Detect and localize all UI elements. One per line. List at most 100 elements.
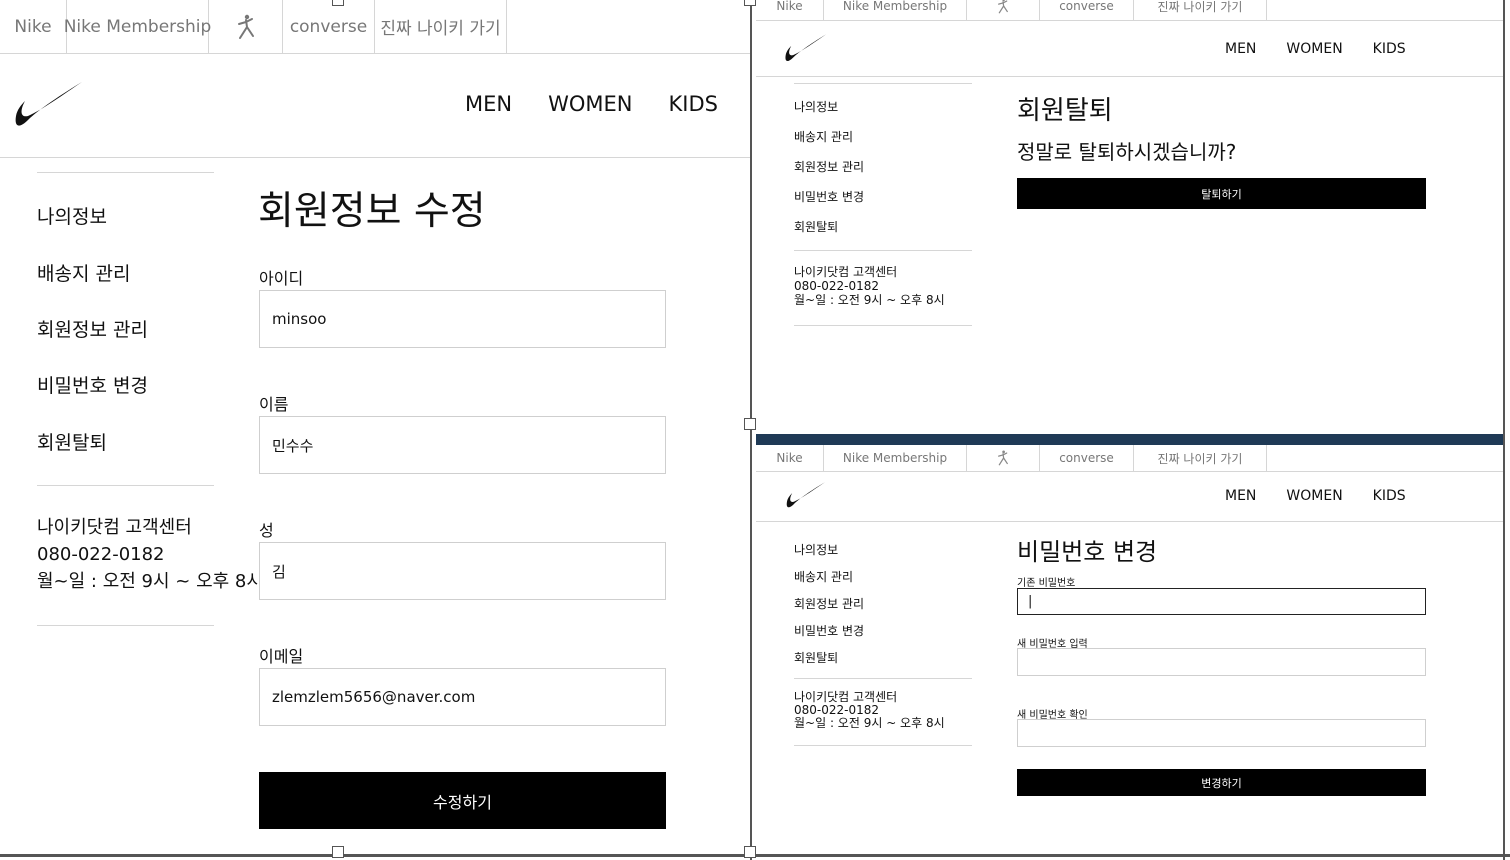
nav-women[interactable]: WOMEN <box>1286 488 1342 504</box>
editor-frame-right-border <box>1503 0 1505 860</box>
withdraw-button[interactable]: 탈퇴하기 <box>1017 178 1426 209</box>
resize-handle[interactable] <box>332 846 344 858</box>
support-hours: 월~일 : 오전 9시 ~ 오후 8시 <box>794 293 945 307</box>
topbar-link-nike[interactable]: Nike <box>0 0 67 53</box>
divider <box>794 745 972 746</box>
window-strip <box>756 434 1503 445</box>
surname-input[interactable]: 김 <box>259 542 666 600</box>
resize-handle[interactable] <box>744 418 756 430</box>
sidebar: 나의정보 배송지 관리 회원정보 관리 비밀번호 변경 회원탈퇴 나이키닷컴 고… <box>794 83 972 326</box>
jordan-icon[interactable] <box>209 0 283 53</box>
support-hours: 월~일 : 오전 9시 ~ 오후 8시 <box>794 716 945 730</box>
withdraw-question: 정말로 탈퇴하시겠습니까? <box>1017 140 1237 164</box>
top-utility-bar: Nike Nike Membership converse 진짜 나이키 가기 <box>756 445 1503 472</box>
topbar-link-converse[interactable]: converse <box>1040 0 1134 20</box>
support-info: 나이키닷컴 고객센터 080-022-0182 월~일 : 오전 9시 ~ 오후… <box>794 265 945 307</box>
divider <box>37 172 214 173</box>
page-title: 회원탈퇴 <box>1017 96 1113 126</box>
main-header: MEN WOMEN KIDS <box>0 54 750 158</box>
sidebar-item-password[interactable]: 비밀번호 변경 <box>794 622 864 639</box>
field-label-email: 이메일 <box>259 647 304 666</box>
field-label-surname: 성 <box>259 521 274 540</box>
support-phone: 080-022-0182 <box>37 544 165 565</box>
sidebar-item-shipping[interactable]: 배송지 관리 <box>37 259 130 286</box>
main-header: MEN WOMEN KIDS <box>756 21 1503 77</box>
new-password-input[interactable] <box>1017 648 1426 676</box>
main-nav: MEN WOMEN KIDS <box>465 92 718 116</box>
sidebar-item-member-info[interactable]: 회원정보 관리 <box>794 158 864 175</box>
divider <box>37 625 214 626</box>
topbar-link-membership[interactable]: Nike Membership <box>824 445 967 471</box>
nav-men[interactable]: MEN <box>1225 41 1256 57</box>
top-utility-bar: Nike Nike Membership converse 진짜 나이키 가기 <box>0 0 750 54</box>
topbar-link-converse[interactable]: converse <box>1040 445 1134 471</box>
support-hours: 월~일 : 오전 9시 ~ 오후 8시 <box>37 571 263 592</box>
resize-handle[interactable] <box>332 0 344 6</box>
page-title: 회원정보 수정 <box>258 189 486 234</box>
nav-men[interactable]: MEN <box>1225 488 1256 504</box>
sidebar-item-member-info[interactable]: 회원정보 관리 <box>37 315 148 342</box>
sidebar-item-withdraw[interactable]: 회원탈퇴 <box>794 649 838 666</box>
name-value: 민수수 <box>272 436 314 455</box>
topbar-link-nike[interactable]: Nike <box>756 0 824 20</box>
edit-profile-panel: Nike Nike Membership converse 진짜 나이키 가기 … <box>0 0 750 855</box>
email-value: zlemzlem5656@naver.com <box>272 688 476 706</box>
topbar-link-real-nike[interactable]: 진짜 나이키 가기 <box>375 0 507 53</box>
support-info: 나이키닷컴 고객센터 080-022-0182 월~일 : 오전 9시 ~ 오후… <box>794 691 945 730</box>
support-title: 나이키닷컴 고객센터 <box>794 265 898 279</box>
nike-swoosh-icon[interactable] <box>14 80 84 132</box>
sidebar-item-my-info[interactable]: 나의정보 <box>37 202 107 229</box>
divider <box>794 678 972 679</box>
main-header: MEN WOMEN KIDS <box>756 472 1503 522</box>
nav-women[interactable]: WOMEN <box>1286 41 1342 57</box>
sidebar-item-withdraw[interactable]: 회원탈퇴 <box>37 428 107 455</box>
field-label-name: 이름 <box>259 395 289 414</box>
topbar-link-real-nike[interactable]: 진짜 나이키 가기 <box>1134 445 1267 471</box>
field-label-current-password: 기존 비밀번호 <box>1017 578 1076 589</box>
nav-women[interactable]: WOMEN <box>548 92 632 116</box>
main-nav: MEN WOMEN KIDS <box>1225 488 1406 504</box>
topbar-link-membership[interactable]: Nike Membership <box>64 0 211 53</box>
sidebar-item-my-info[interactable]: 나의정보 <box>794 98 838 115</box>
jordan-icon[interactable] <box>967 0 1040 20</box>
topbar-link-nike[interactable]: Nike <box>756 445 824 471</box>
topbar-link-membership[interactable]: Nike Membership <box>824 0 967 20</box>
surname-value: 김 <box>272 562 286 581</box>
resize-handle[interactable] <box>744 846 756 858</box>
sidebar-item-password[interactable]: 비밀번호 변경 <box>794 188 864 205</box>
id-input[interactable]: minsoo <box>259 290 666 348</box>
nav-men[interactable]: MEN <box>465 92 512 116</box>
nav-kids[interactable]: KIDS <box>1373 488 1406 504</box>
topbar-link-real-nike[interactable]: 진짜 나이키 가기 <box>1134 0 1267 20</box>
field-label-id: 아이디 <box>259 269 304 288</box>
page-title: 비밀번호 변경 <box>1017 538 1158 566</box>
email-input[interactable]: zlemzlem5656@naver.com <box>259 668 666 726</box>
current-password-input[interactable]: | <box>1017 588 1426 615</box>
sidebar-item-withdraw[interactable]: 회원탈퇴 <box>794 218 838 235</box>
current-password-cursor: | <box>1028 594 1033 609</box>
divider <box>794 250 972 251</box>
support-title: 나이키닷컴 고객센터 <box>37 517 192 538</box>
sidebar-item-shipping[interactable]: 배송지 관리 <box>794 128 853 145</box>
nav-kids[interactable]: KIDS <box>669 92 718 116</box>
nav-kids[interactable]: KIDS <box>1373 41 1406 57</box>
main-nav: MEN WOMEN KIDS <box>1225 41 1406 57</box>
topbar-link-converse[interactable]: converse <box>283 0 375 53</box>
nike-swoosh-icon[interactable] <box>772 481 840 511</box>
sidebar-item-shipping[interactable]: 배송지 관리 <box>794 568 853 585</box>
sidebar-item-my-info[interactable]: 나의정보 <box>794 541 838 558</box>
sidebar-item-password[interactable]: 비밀번호 변경 <box>37 371 148 398</box>
divider <box>794 83 972 84</box>
id-value: minsoo <box>272 310 327 328</box>
nike-swoosh-icon[interactable] <box>772 33 840 65</box>
change-password-button[interactable]: 변경하기 <box>1017 769 1426 796</box>
submit-edit-button[interactable]: 수정하기 <box>259 772 666 829</box>
sidebar: 나의정보 배송지 관리 회원정보 관리 비밀번호 변경 회원탈퇴 나이키닷컴 고… <box>37 172 263 626</box>
confirm-password-input[interactable] <box>1017 719 1426 747</box>
jordan-icon[interactable] <box>967 445 1040 471</box>
sidebar-item-member-info[interactable]: 회원정보 관리 <box>794 595 864 612</box>
resize-handle[interactable] <box>744 0 756 6</box>
divider <box>794 325 972 326</box>
support-phone: 080-022-0182 <box>794 279 880 293</box>
name-input[interactable]: 민수수 <box>259 416 666 474</box>
